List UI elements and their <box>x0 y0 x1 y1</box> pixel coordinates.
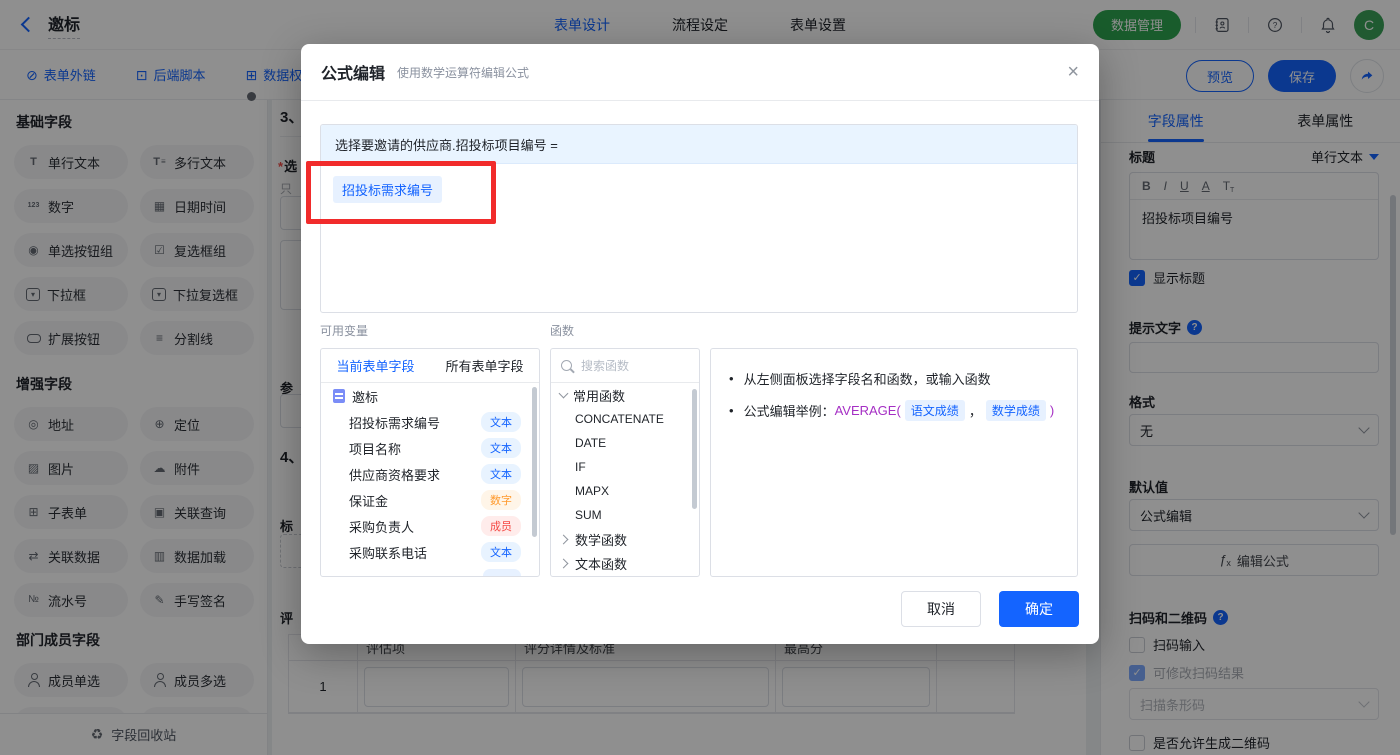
variable-item[interactable]: 招投标需求编号 文本 <box>321 409 539 435</box>
function-group-text[interactable]: 文本函数 <box>551 551 699 575</box>
modal-subtitle: 使用数学运算符编辑公式 <box>397 65 530 80</box>
type-badge: 数字 <box>481 490 521 510</box>
annotation-red-box <box>306 161 496 224</box>
variable-name: 项目名称 <box>349 441 402 457</box>
functions-label: 函数 <box>550 324 575 338</box>
function-group-label: 常用函数 <box>573 388 626 404</box>
example-field-chip: 语文成绩 <box>904 400 965 421</box>
example-comma: ， <box>968 404 982 419</box>
clipped-badge <box>483 569 521 576</box>
cancel-button[interactable]: 取消 <box>901 591 981 627</box>
example-field-chip: 数学成绩 <box>985 400 1046 421</box>
variable-item[interactable]: 供应商资格要求 文本 <box>321 461 539 487</box>
hint-line-1: 从左侧面板选择字段名和函数，或输入函数 <box>729 369 1059 388</box>
variable-name: 供应商资格要求 <box>349 467 441 483</box>
variable-name: 采购负责人 <box>349 519 415 535</box>
variable-item[interactable]: 采购负责人 成员 <box>321 513 539 539</box>
tab-current-form-fields[interactable]: 当前表单字段 <box>336 356 414 375</box>
function-group-math[interactable]: 数学函数 <box>551 527 699 551</box>
modal-title: 公式编辑 <box>321 66 386 83</box>
modal-header: 公式编辑 使用数学运算符编辑公式 × <box>301 44 1099 101</box>
example-function-close: ) <box>1049 403 1055 418</box>
variable-name: 保证金 <box>349 493 389 509</box>
chevron-down-icon <box>558 388 569 398</box>
function-item[interactable]: CONCATENATE <box>551 407 699 431</box>
function-group-label: 文本函数 <box>575 556 628 572</box>
formula-target-text: 选择要邀请的供应商.招投标项目编号 = <box>335 137 558 153</box>
variable-name: 采购联系电话 <box>349 545 428 561</box>
close-icon[interactable]: × <box>1067 62 1079 82</box>
functions-scrollbar[interactable] <box>692 389 697 509</box>
formula-target-bar: 选择要邀请的供应商.招投标项目编号 = <box>321 125 1077 164</box>
chevron-right-icon <box>558 558 569 568</box>
hint-line-2: 公式编辑举例： AVERAGE( 语文成绩 ， 数学成绩 ) <box>729 400 1059 421</box>
variables-label: 可用变量 <box>320 324 369 338</box>
hint-example-prefix: 公式编辑举例： <box>743 404 835 419</box>
variable-root-label: 邀标 <box>352 389 379 405</box>
variables-panel: 当前表单字段 所有表单字段 邀标 招投标需求编号 文本 项目名称 文本 供应商资… <box>320 348 540 577</box>
function-search-input[interactable] <box>579 357 683 374</box>
type-badge: 文本 <box>481 438 521 458</box>
variable-item[interactable]: 采购联系电话 文本 <box>321 539 539 565</box>
type-badge: 文本 <box>481 542 521 562</box>
variables-scrollbar[interactable] <box>532 387 537 537</box>
type-badge: 文本 <box>481 412 521 432</box>
search-icon <box>561 360 572 371</box>
tab-all-form-fields[interactable]: 所有表单字段 <box>445 356 523 375</box>
example-function-open: AVERAGE( <box>834 403 901 418</box>
app-root: 邀标 表单设计 流程设定 表单设置 数据管理 ? C ⊘ 表单外链 ⊡ 后端脚本… <box>0 0 1400 755</box>
functions-panel: 常用函数 CONCATENATE DATE IF MAPX SUM 数学函数 文… <box>550 348 700 577</box>
variables-tabs: 当前表单字段 所有表单字段 <box>321 349 539 383</box>
variable-name: 招投标需求编号 <box>349 415 441 431</box>
function-item[interactable]: IF <box>551 455 699 479</box>
type-badge: 文本 <box>481 464 521 484</box>
function-item[interactable]: MAPX <box>551 479 699 503</box>
variable-item[interactable]: 保证金 数字 <box>321 487 539 513</box>
function-item[interactable]: SUM <box>551 503 699 527</box>
form-doc-icon <box>333 389 345 403</box>
function-item[interactable]: DATE <box>551 431 699 455</box>
function-group-common[interactable]: 常用函数 <box>551 383 699 407</box>
variable-tree-root[interactable]: 邀标 <box>321 383 539 409</box>
formula-edit-modal: 公式编辑 使用数学运算符编辑公式 × 选择要邀请的供应商.招投标项目编号 = 招… <box>301 44 1099 644</box>
formula-hints-panel: 从左侧面板选择字段名和函数，或输入函数 公式编辑举例： AVERAGE( 语文成… <box>710 348 1078 577</box>
function-search <box>551 349 699 383</box>
function-group-label: 数学函数 <box>575 532 628 548</box>
confirm-button[interactable]: 确定 <box>999 591 1079 627</box>
variable-item[interactable]: 项目名称 文本 <box>321 435 539 461</box>
type-badge: 成员 <box>481 516 521 536</box>
chevron-right-icon <box>558 534 569 544</box>
